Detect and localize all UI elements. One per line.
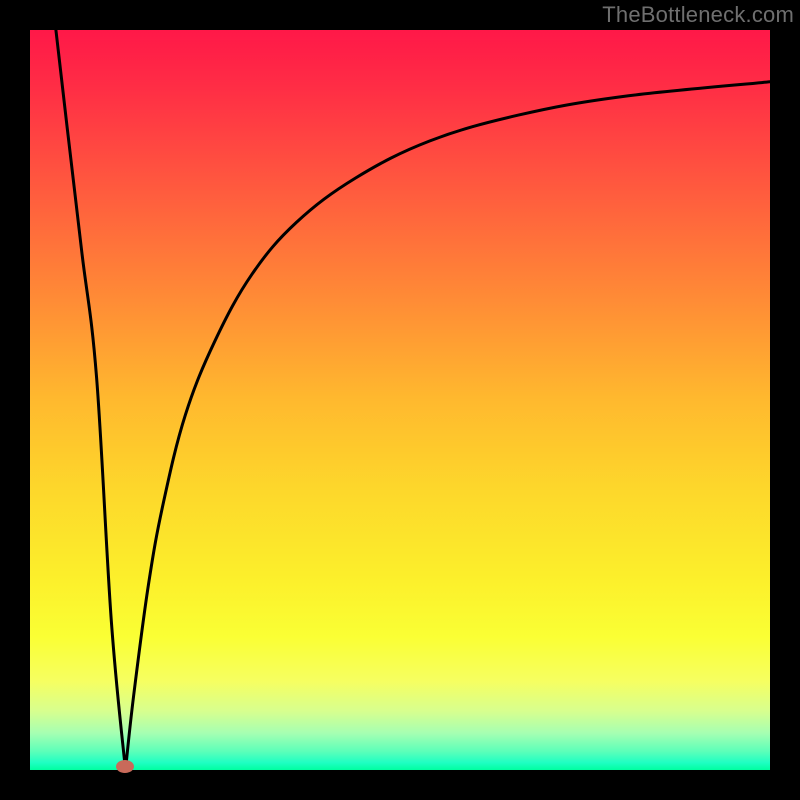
plot-area (30, 30, 770, 770)
chart-frame: TheBottleneck.com (0, 0, 800, 800)
chart-curve (30, 30, 770, 770)
series-left-branch (56, 30, 126, 770)
min-point-marker (116, 760, 134, 773)
watermark-text: TheBottleneck.com (602, 2, 794, 28)
series-right-branch (125, 82, 770, 770)
curve-group (56, 30, 770, 770)
